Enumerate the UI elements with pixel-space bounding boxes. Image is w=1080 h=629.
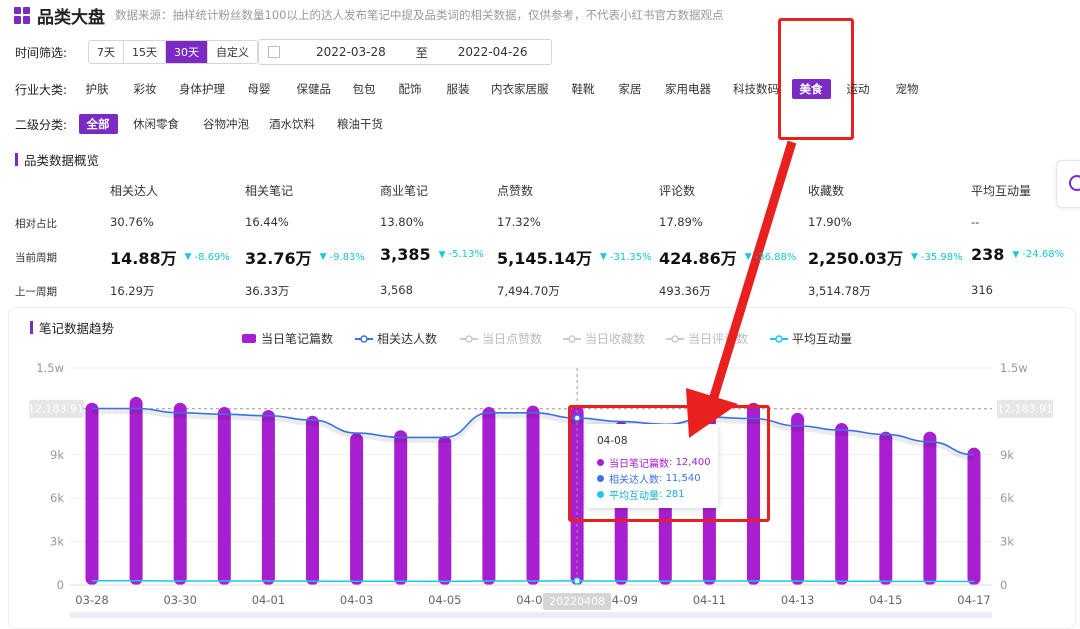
metric-current-value: 5,145.14万 (497, 249, 592, 268)
metric-ratio: 17.89% (659, 215, 703, 229)
down-arrow-icon: ▼ (744, 252, 752, 262)
industry-item[interactable]: 包包 (353, 81, 376, 97)
industry-item[interactable]: 家居 (619, 81, 642, 97)
metric-change: -8.69% (194, 251, 230, 263)
industry-item[interactable]: 彩妆 (134, 81, 157, 97)
metric-previous: 3,514.78万 (808, 284, 871, 298)
metric-current: 32.76万 ▼ -9.83% (245, 245, 365, 269)
industry-item[interactable]: 服装 (447, 81, 470, 97)
metric-ratio: 16.44% (245, 215, 289, 229)
metric-header: 商业笔记 (380, 184, 429, 198)
metric-previous: 3,568 (380, 283, 413, 297)
metric-change: -9.83% (329, 251, 365, 263)
metric-current-value: 238 (971, 245, 1005, 264)
metric-previous: 7,494.70万 (497, 284, 560, 298)
metric-change: -31.35% (609, 251, 652, 263)
industry-item[interactable]: 身体护理 (179, 81, 225, 97)
industry-item[interactable]: 母婴 (248, 81, 271, 97)
metric-current: 5,145.14万 ▼ -31.35% (497, 245, 652, 269)
metric-header: 相关达人 (110, 184, 159, 198)
down-arrow-icon: ▼ (319, 252, 327, 262)
metric-header: 点赞数 (497, 184, 534, 198)
metric-ratio: 13.80% (380, 215, 424, 229)
industry-item[interactable]: 护肤 (86, 81, 109, 97)
sub-category-item[interactable]: 休闲零食 (133, 116, 179, 132)
sub-category-item[interactable]: 谷物冲泡 (203, 116, 249, 132)
industry-item[interactable]: 保健品 (297, 81, 332, 97)
down-arrow-icon: ▼ (599, 252, 607, 262)
metric-previous: 493.36万 (659, 284, 711, 298)
metric-current: 238 ▼ -24.68% (971, 245, 1064, 264)
metric-header: 相关笔记 (245, 184, 294, 198)
metric-current: 14.88万 ▼ -8.69% (110, 245, 230, 269)
metric-header: 收藏数 (808, 184, 845, 198)
industry-item[interactable]: 美食 (791, 79, 831, 99)
metric-change: -5.13% (448, 249, 484, 260)
metric-change: -24.68% (1022, 249, 1065, 260)
metric-ratio: 17.90% (808, 215, 852, 229)
metric-previous: 316 (971, 283, 993, 297)
industry-item[interactable]: 家用电器 (665, 81, 711, 97)
metric-current-value: 14.88万 (110, 249, 177, 268)
industry-item[interactable]: 宠物 (896, 81, 919, 97)
metric-change: -36.88% (754, 251, 797, 263)
metric-ratio: 17.32% (497, 215, 541, 229)
metric-previous: 16.29万 (110, 284, 155, 298)
metric-current-value: 32.76万 (245, 249, 312, 268)
metric-header: 评论数 (659, 184, 696, 198)
metric-previous: 36.33万 (245, 284, 290, 298)
metric-change: -35.98% (920, 251, 963, 263)
down-arrow-icon: ▼ (184, 252, 192, 262)
metric-ratio: 30.76% (110, 215, 154, 229)
metric-current-value: 2,250.03万 (808, 249, 903, 268)
industry-item[interactable]: 鞋靴 (572, 81, 595, 97)
metric-current-value: 3,385 (380, 245, 431, 264)
down-arrow-icon: ▼ (1012, 249, 1020, 260)
down-arrow-icon: ▼ (438, 249, 446, 260)
industry-item[interactable]: 配饰 (399, 81, 422, 97)
metric-current: 3,385 ▼ -5.13% (380, 245, 484, 264)
industry-item[interactable]: 科技数码 (733, 81, 779, 97)
industry-item[interactable]: 内衣家居服 (491, 81, 549, 97)
metric-current: 2,250.03万 ▼ -35.98% (808, 245, 963, 269)
metric-current: 424.86万 ▼ -36.88% (659, 245, 796, 269)
metric-header: 平均互动量 (971, 184, 1032, 198)
metric-ratio: -- (971, 215, 980, 229)
industry-item[interactable]: 运动 (847, 81, 870, 97)
metric-current-value: 424.86万 (659, 249, 737, 268)
down-arrow-icon: ▼ (910, 252, 918, 262)
sub-category-item[interactable]: 酒水饮料 (269, 116, 315, 132)
sub-category-item[interactable]: 粮油干货 (337, 116, 383, 132)
sub-category-item[interactable]: 全部 (78, 114, 118, 134)
